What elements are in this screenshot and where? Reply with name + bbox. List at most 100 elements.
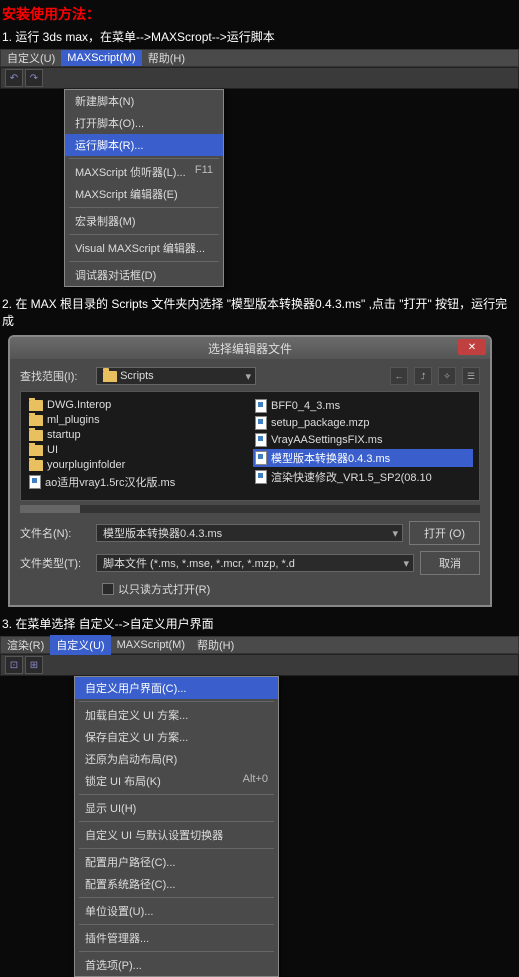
file-dialog: 选择编辑器文件 ✕ 查找范围(I): Scripts ← ⮥ ✧ ☰ DWG.I… — [8, 335, 492, 607]
menu-item-label: 还原为启动布局(R) — [85, 751, 177, 767]
file-name: yourpluginfolder — [47, 459, 125, 471]
menu-item-label: 调试器对话框(D) — [75, 267, 156, 283]
menu-item[interactable]: Visual MAXScript 编辑器... — [65, 237, 223, 259]
menu-item[interactable]: 锁定 UI 布局(K) Alt+0 — [75, 770, 278, 792]
menu-item[interactable]: 显示 UI(H) — [75, 797, 278, 819]
menu-item[interactable]: 首选项(P)... — [75, 954, 278, 976]
tool-redo-icon[interactable]: ↷ — [25, 69, 43, 87]
step2-text: 2. 在 MAX 根目录的 Scripts 文件夹内选择 "模型版本转换器0.4… — [0, 293, 519, 333]
file-name: setup_package.mzp — [271, 417, 369, 429]
tool-a-icon[interactable]: ⊡ — [5, 656, 23, 674]
menubar-1: 自定义(U) MAXScript(M) 帮助(H) — [0, 49, 519, 67]
customize-dropdown: 自定义用户界面(C)... 加载自定义 UI 方案...保存自定义 UI 方案..… — [74, 676, 279, 977]
file-item[interactable]: yourpluginfolder — [27, 458, 247, 472]
menu-item[interactable]: 配置用户路径(C)... — [75, 851, 278, 873]
menu-item[interactable]: 还原为启动布局(R) — [75, 748, 278, 770]
menu-item-label: MAXScript 编辑器(E) — [75, 186, 178, 202]
menu-separator — [79, 897, 274, 898]
menu-separator — [79, 951, 274, 952]
menu-render[interactable]: 渲染(R) — [1, 635, 50, 655]
menu-item[interactable]: 保存自定义 UI 方案... — [75, 726, 278, 748]
script-icon — [255, 470, 267, 484]
script-icon — [255, 451, 267, 465]
folder-icon — [29, 460, 43, 471]
menu-help-3[interactable]: 帮助(H) — [191, 635, 240, 655]
menu-maxscript[interactable]: MAXScript(M) — [61, 50, 141, 66]
open-button[interactable]: 打开 (O) — [409, 521, 480, 545]
menu-separator — [69, 158, 219, 159]
menu-item-label: 运行脚本(R)... — [75, 137, 143, 153]
section-step3: 3. 在菜单选择 自定义-->自定义用户界面 渲染(R) 自定义(U) MAXS… — [0, 613, 519, 977]
file-name: 渲染快速修改_VR1.5_SP2(08.10 — [271, 469, 432, 485]
readonly-checkbox[interactable] — [102, 583, 114, 595]
filetype-value: 脚本文件 (*.ms, *.mse, *.mcr, *.mzp, *.d — [103, 555, 295, 571]
menu-help[interactable]: 帮助(H) — [142, 48, 191, 68]
newfolder-icon[interactable]: ✧ — [438, 367, 456, 385]
menu-item[interactable]: 新建脚本(N) — [65, 90, 223, 112]
file-name: UI — [47, 444, 58, 456]
menu-item[interactable]: MAXScript 编辑器(E) — [65, 183, 223, 205]
lookin-combo[interactable]: Scripts — [96, 367, 256, 385]
filename-input[interactable]: 模型版本转换器0.4.3.ms — [96, 524, 403, 542]
file-item[interactable]: VrayAASettingsFIX.ms — [253, 432, 473, 448]
file-item[interactable]: BFF0_4_3.ms — [253, 398, 473, 414]
close-button[interactable]: ✕ — [458, 339, 486, 355]
menu-item-label: 宏录制器(M) — [75, 213, 136, 229]
back-icon[interactable]: ← — [390, 367, 408, 385]
menu-maxscript-3[interactable]: MAXScript(M) — [111, 637, 191, 653]
menu-shortcut: Alt+0 — [243, 773, 268, 789]
menu-item[interactable]: 调试器对话框(D) — [65, 264, 223, 286]
cancel-button[interactable]: 取消 — [420, 551, 480, 575]
file-name: ao适用vray1.5rc汉化版.ms — [45, 474, 175, 490]
file-item[interactable]: UI — [27, 443, 247, 457]
filetype-combo[interactable]: 脚本文件 (*.ms, *.mse, *.mcr, *.mzp, *.d — [96, 554, 414, 572]
tool-undo-icon[interactable]: ↶ — [5, 69, 23, 87]
lookin-label: 查找范围(I): — [20, 368, 90, 384]
menu-item-label: 新建脚本(N) — [75, 93, 134, 109]
menu-item[interactable]: 打开脚本(O)... — [65, 112, 223, 134]
menu-customize-3[interactable]: 自定义(U) — [50, 635, 110, 655]
folder-icon — [29, 445, 43, 456]
menu-item[interactable]: 自定义用户界面(C)... — [75, 677, 278, 699]
tool-b-icon[interactable]: ⊞ — [25, 656, 43, 674]
menu-item[interactable]: 自定义 UI 与默认设置切换器 — [75, 824, 278, 846]
menu-item[interactable]: 运行脚本(R)... — [65, 134, 223, 156]
menu-separator — [69, 234, 219, 235]
file-list-area: DWG.Interopml_pluginsstartup UI yourplugin… — [20, 391, 480, 501]
step1-text: 1. 运行 3ds max，在菜单-->MAXScropt-->运行脚本 — [0, 26, 519, 49]
menu-item[interactable]: MAXScript 侦听器(L)...F11 — [65, 161, 223, 183]
menu-separator — [79, 701, 274, 702]
menu-item[interactable]: 加载自定义 UI 方案... — [75, 704, 278, 726]
dialog-title-text: 选择编辑器文件 — [208, 340, 292, 357]
file-item[interactable]: 渲染快速修改_VR1.5_SP2(08.10 — [253, 468, 473, 486]
file-item[interactable]: setup_package.mzp — [253, 415, 473, 431]
file-name: BFF0_4_3.ms — [271, 400, 340, 412]
menu-separator — [79, 794, 274, 795]
toolbar-1: ↶ ↷ — [0, 67, 519, 89]
hscroll[interactable] — [20, 505, 480, 513]
file-item[interactable]: ao适用vray1.5rc汉化版.ms — [27, 473, 247, 491]
menu-item-label: 单位设置(U)... — [85, 903, 153, 919]
file-item[interactable]: startup — [27, 428, 247, 442]
dialog-titlebar: 选择编辑器文件 ✕ — [10, 337, 490, 359]
file-item[interactable]: 模型版本转换器0.4.3.ms — [253, 449, 473, 467]
folder-icon — [29, 415, 43, 426]
views-icon[interactable]: ☰ — [462, 367, 480, 385]
menu-item[interactable]: 单位设置(U)... — [75, 900, 278, 922]
file-name: 模型版本转换器0.4.3.ms — [271, 450, 390, 466]
menu-item-label: 锁定 UI 布局(K) — [85, 773, 161, 789]
menu-customize[interactable]: 自定义(U) — [1, 48, 61, 68]
file-item[interactable]: ml_plugins — [27, 413, 247, 427]
menu-item[interactable]: 配置系统路径(C)... — [75, 873, 278, 895]
file-item[interactable]: DWG.Interop — [27, 398, 247, 412]
maxscript-dropdown: 新建脚本(N) 打开脚本(O)... 运行脚本(R)... MAXScript 侦听器… — [64, 89, 224, 287]
section-step2: 2. 在 MAX 根目录的 Scripts 文件夹内选择 "模型版本转换器0.4… — [0, 293, 519, 607]
folder-icon — [103, 371, 117, 382]
page-title: 安装使用方法： — [0, 0, 519, 26]
menu-item[interactable]: 插件管理器... — [75, 927, 278, 949]
readonly-label: 以只读方式打开(R) — [118, 581, 210, 597]
hscroll-thumb[interactable] — [20, 505, 80, 513]
up-icon[interactable]: ⮥ — [414, 367, 432, 385]
filename-label: 文件名(N): — [20, 525, 90, 541]
menu-item[interactable]: 宏录制器(M) — [65, 210, 223, 232]
